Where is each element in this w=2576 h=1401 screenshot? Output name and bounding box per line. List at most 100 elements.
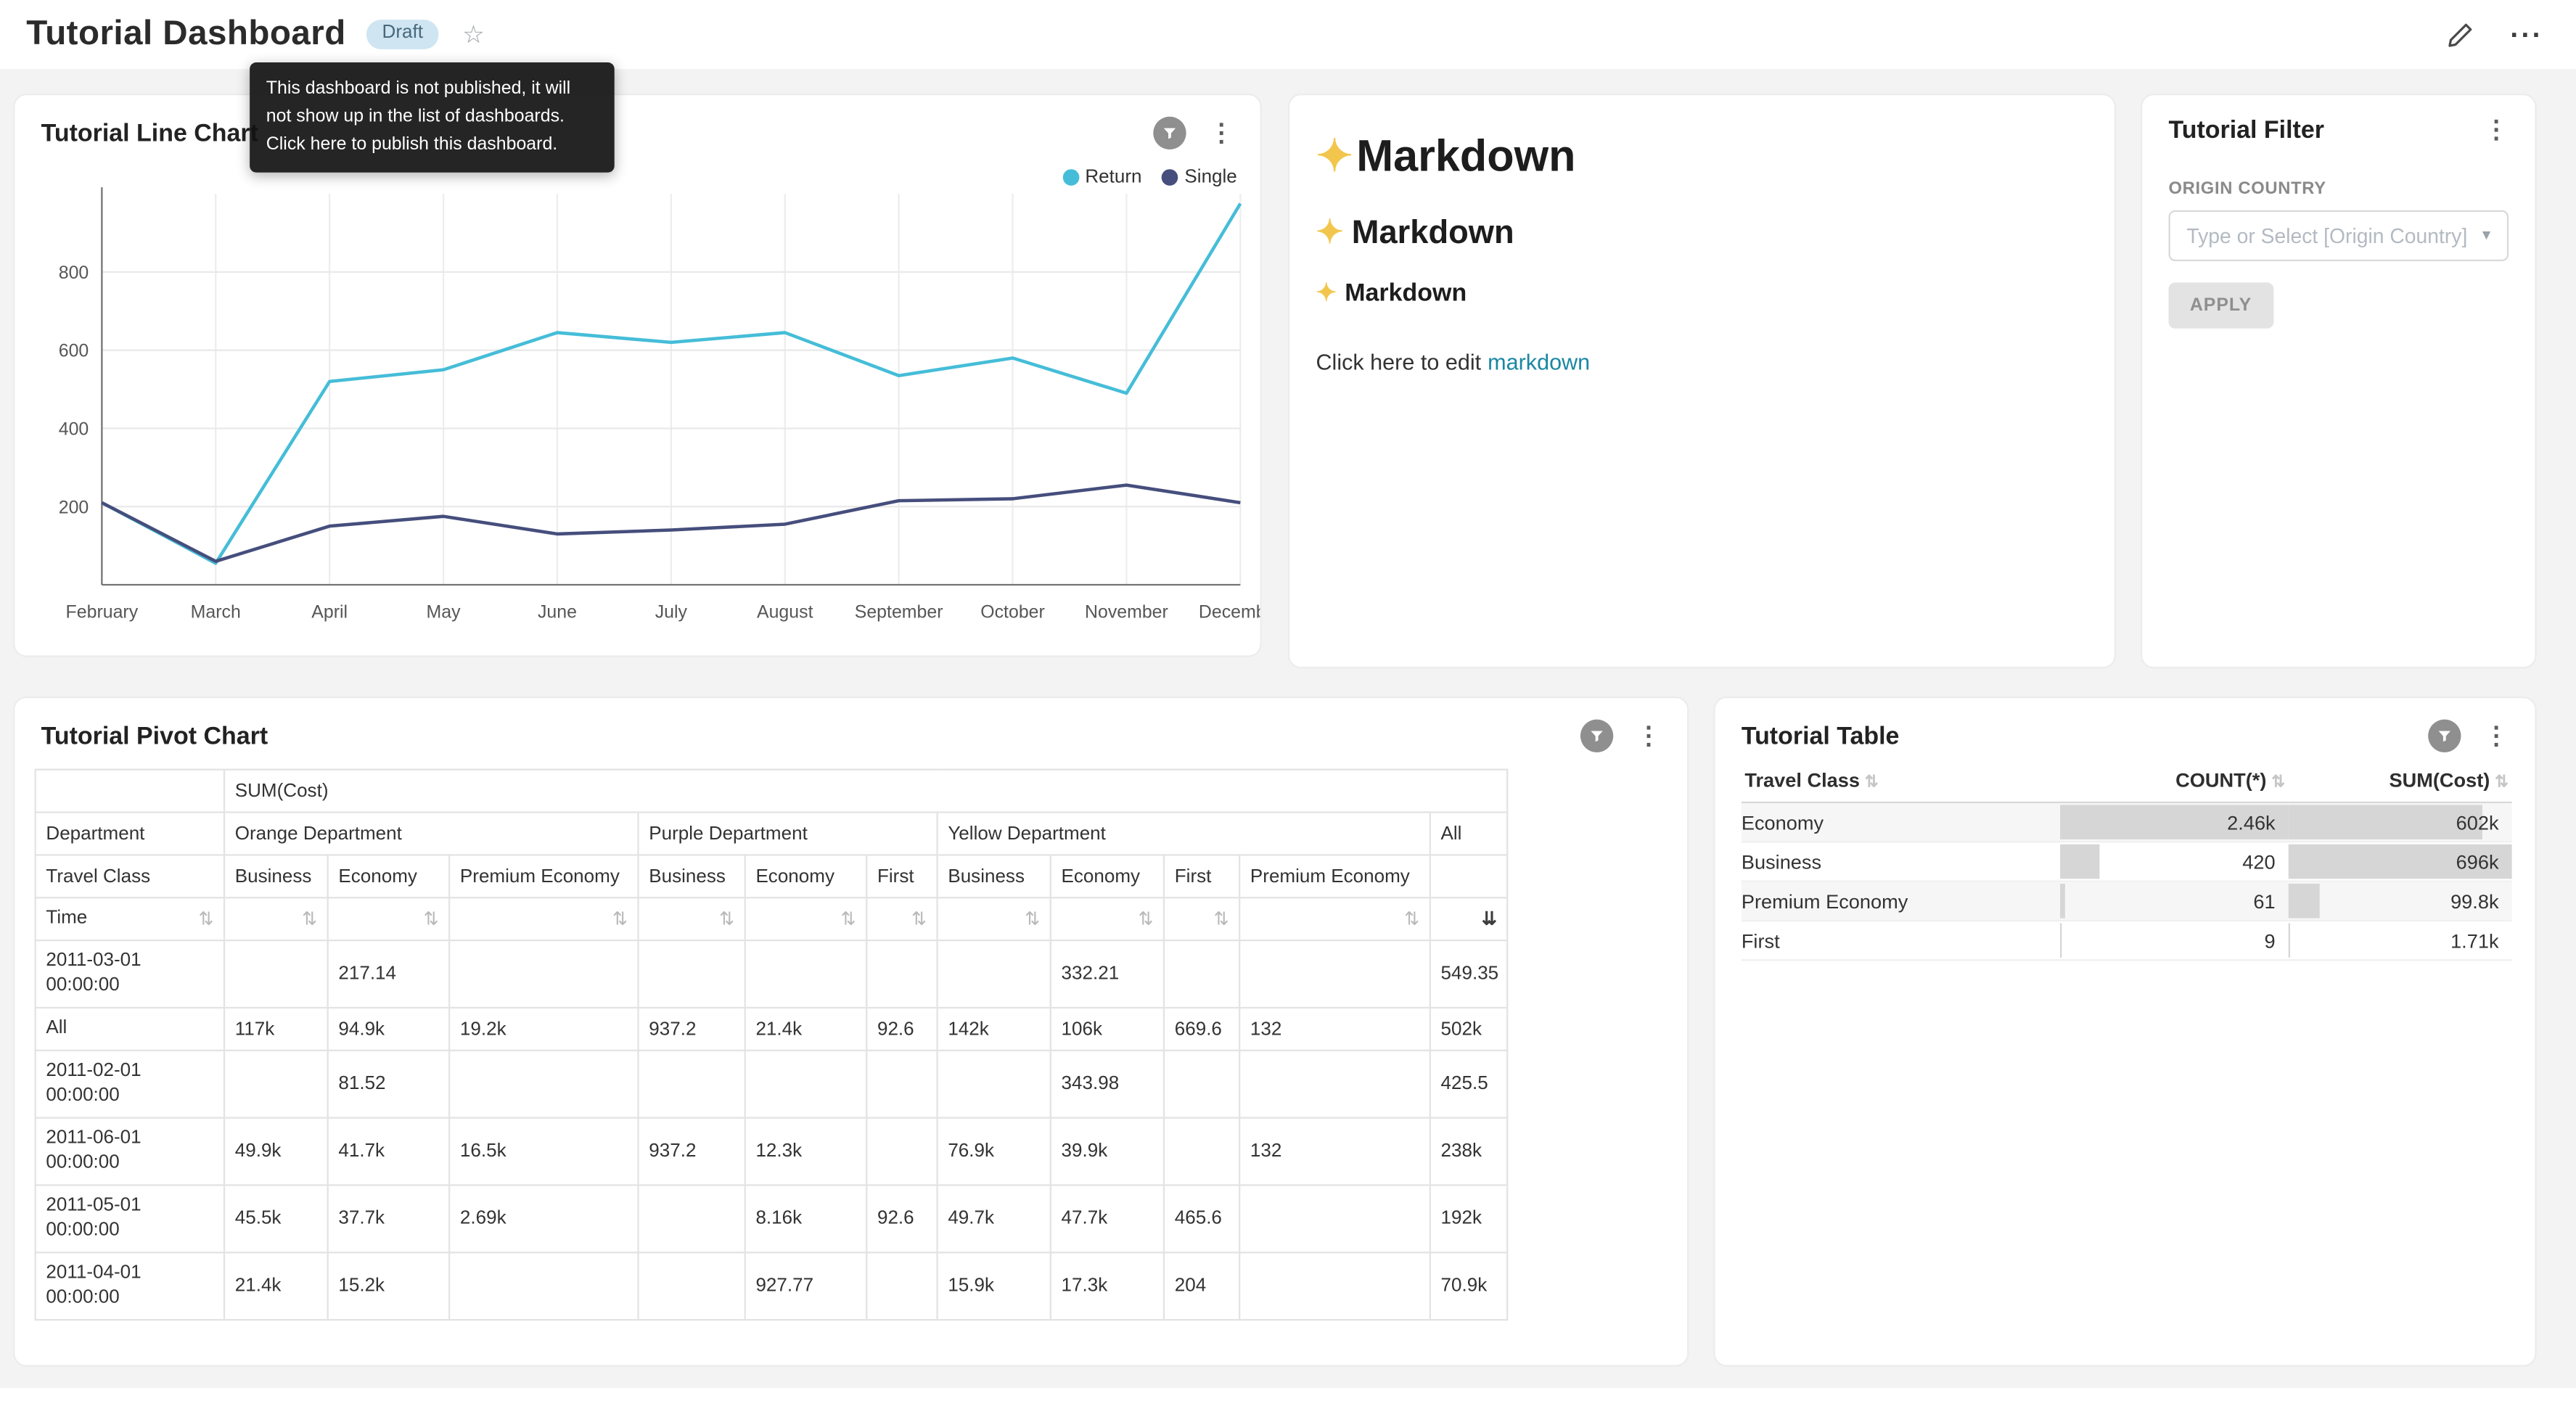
filter-indicator-icon[interactable] — [2428, 720, 2461, 752]
filter-card-header: Tutorial Filter ⋮ — [2142, 95, 2535, 144]
table-row[interactable]: Business420696k — [1742, 842, 2512, 881]
pivot-value-cell — [866, 1118, 937, 1186]
sum-cell: 99.8k — [2289, 882, 2512, 921]
pivot-value-cell: 17.3k — [1051, 1252, 1164, 1320]
pivot-value-cell: 204 — [1164, 1252, 1239, 1320]
pivot-column-header: Premium Economy — [449, 855, 638, 897]
sort-icon[interactable]: ⇅ — [841, 908, 856, 931]
filter-indicator-icon[interactable] — [1153, 117, 1186, 149]
pivot-value-cell: 47.7k — [1051, 1185, 1164, 1252]
sort-icon[interactable]: ⇅ — [612, 908, 628, 931]
sort-icon[interactable]: ⇅ — [1404, 908, 1419, 931]
favorite-star-icon[interactable]: ☆ — [462, 22, 484, 47]
pivot-dimension-header: Travel Class — [36, 855, 224, 897]
apply-button[interactable]: APPLY — [2168, 282, 2273, 328]
draft-badge[interactable]: Draft — [366, 20, 440, 49]
pivot-value-cell: 21.4k — [745, 1008, 867, 1051]
markdown-h1: ✦Markdown — [1316, 131, 2088, 182]
pivot-chart-card: Tutorial Pivot Chart ⋮ SUM(Cost)Departme… — [13, 697, 1689, 1367]
pivot-row: SUM(Cost) — [36, 770, 1508, 813]
svg-text:August: August — [757, 601, 813, 622]
pivot-value-cell: 465.6 — [1164, 1185, 1239, 1252]
pivot-value-cell: 41.7k — [328, 1118, 450, 1186]
pivot-sort-cell[interactable]: ⇅ — [745, 897, 867, 940]
pivot-sort-cell[interactable]: ⇅ — [1239, 897, 1430, 940]
pivot-row: Time⇅⇅⇅⇅⇅⇅⇅⇅⇅⇅⇅⇊ — [36, 897, 1508, 940]
chart-options-icon[interactable]: ⋮ — [2477, 723, 2515, 748]
pivot-sort-cell[interactable]: ⇅ — [449, 897, 638, 940]
pivot-value-cell — [639, 940, 745, 1008]
sort-icon[interactable]: ⇅ — [1025, 908, 1040, 931]
pivot-row: 2011-04-01 00:00:0021.4k15.2k927.7715.9k… — [36, 1252, 1508, 1320]
pivot-value-cell: 132 — [1239, 1118, 1430, 1186]
pivot-row: All117k94.9k19.2k937.221.4k92.6142k106k6… — [36, 1008, 1508, 1051]
pivot-row-label: 2011-03-01 00:00:00 — [36, 940, 224, 1008]
sort-descending-icon[interactable]: ⇊ — [1482, 908, 1497, 931]
sort-icon[interactable]: ⇅ — [1138, 908, 1153, 931]
table-column-header[interactable]: COUNT(*)⇅ — [2060, 762, 2289, 802]
sort-icon[interactable]: ⇅ — [911, 908, 927, 931]
chart-options-icon[interactable]: ⋮ — [1630, 723, 1668, 748]
pivot-sort-cell[interactable]: ⇅ — [224, 897, 328, 940]
line-chart-card: Tutorial Line Chart ⋮ ReturnSingle 20040… — [13, 94, 1262, 657]
pivot-value-cell: 927.77 — [745, 1252, 867, 1320]
more-menu-icon[interactable]: ··· — [2510, 20, 2543, 48]
table-column-header[interactable]: Travel Class⇅ — [1742, 762, 2060, 802]
pivot-value-cell — [639, 1051, 745, 1118]
sort-icon: ⇅ — [2495, 773, 2509, 792]
chart-options-icon[interactable]: ⋮ — [1202, 120, 1240, 145]
pivot-value-cell — [1239, 1185, 1430, 1252]
pivot-value-cell — [449, 1051, 638, 1118]
table-header-row: Travel Class⇅COUNT(*)⇅SUM(Cost)⇅ — [1742, 762, 2512, 802]
markdown-body: ✦Markdown ✦Markdown ✦Markdown Click here… — [1289, 131, 2114, 374]
pivot-value-cell: 81.52 — [328, 1051, 450, 1118]
pivot-column-header: Economy — [1051, 855, 1164, 897]
pivot-time-header[interactable]: Time⇅ — [36, 897, 224, 940]
table-column-header[interactable]: SUM(Cost)⇅ — [2289, 762, 2512, 802]
pivot-sort-cell[interactable]: ⇅ — [866, 897, 937, 940]
travel-class-cell: Premium Economy — [1742, 882, 2060, 921]
pivot-column-header — [1430, 855, 1508, 897]
sparkle-icon: ✦ — [1316, 215, 1343, 252]
table-row[interactable]: Premium Economy6199.8k — [1742, 882, 2512, 921]
sort-icon[interactable]: ⇅ — [424, 908, 439, 931]
sparkle-icon: ✦ — [1316, 131, 1353, 181]
pivot-value-cell — [1239, 1252, 1430, 1320]
filter-indicator-icon[interactable] — [1580, 720, 1613, 752]
markdown-link[interactable]: markdown — [1488, 350, 1590, 374]
pivot-value-cell — [1239, 1051, 1430, 1118]
pivot-sort-cell[interactable]: ⇊ — [1430, 897, 1508, 940]
pivot-card-title: Tutorial Pivot Chart — [41, 722, 1580, 749]
sort-icon[interactable]: ⇅ — [198, 908, 213, 931]
line-chart-plot[interactable]: 200400600800FebruaryMarchAprilMayJuneJul… — [28, 181, 1250, 657]
svg-text:400: 400 — [59, 419, 89, 440]
table-row[interactable]: Economy2.46k602k — [1742, 802, 2512, 842]
pivot-value-cell: 132 — [1239, 1008, 1430, 1051]
data-table: Travel Class⇅COUNT(*)⇅SUM(Cost)⇅ Economy… — [1742, 762, 2512, 961]
pivot-value-cell: 937.2 — [639, 1118, 745, 1186]
table-row[interactable]: First91.71k — [1742, 921, 2512, 960]
pivot-row-label: 2011-04-01 00:00:00 — [36, 1252, 224, 1320]
cell-bar — [2289, 884, 2321, 919]
pivot-value-cell: 92.6 — [866, 1185, 937, 1252]
pivot-sort-cell[interactable]: ⇅ — [639, 897, 745, 940]
app-header: Tutorial Dashboard Draft ☆ ··· — [0, 0, 2576, 69]
origin-country-select[interactable]: Type or Select [Origin Country] ▾ — [2168, 210, 2509, 261]
pivot-sort-cell[interactable]: ⇅ — [1164, 897, 1239, 940]
sort-icon[interactable]: ⇅ — [719, 908, 734, 931]
sort-icon: ⇅ — [2271, 773, 2285, 792]
sort-icon[interactable]: ⇅ — [1214, 908, 1229, 931]
chart-options-icon[interactable]: ⋮ — [2477, 118, 2515, 143]
pivot-row-label: 2011-02-01 00:00:00 — [36, 1051, 224, 1118]
pivot-sort-cell[interactable]: ⇅ — [328, 897, 450, 940]
sort-icon[interactable]: ⇅ — [302, 908, 317, 931]
line-chart-svg: 200400600800FebruaryMarchAprilMayJuneJul… — [28, 181, 1250, 657]
pivot-value-cell: 217.14 — [328, 940, 450, 1008]
svg-text:December: December — [1199, 601, 1262, 622]
edit-pencil-icon[interactable] — [2446, 20, 2474, 48]
svg-text:September: September — [855, 601, 943, 622]
filter-card-title: Tutorial Filter — [2168, 117, 2477, 144]
pivot-sort-cell[interactable]: ⇅ — [1051, 897, 1164, 940]
svg-text:November: November — [1085, 601, 1168, 622]
pivot-sort-cell[interactable]: ⇅ — [938, 897, 1051, 940]
